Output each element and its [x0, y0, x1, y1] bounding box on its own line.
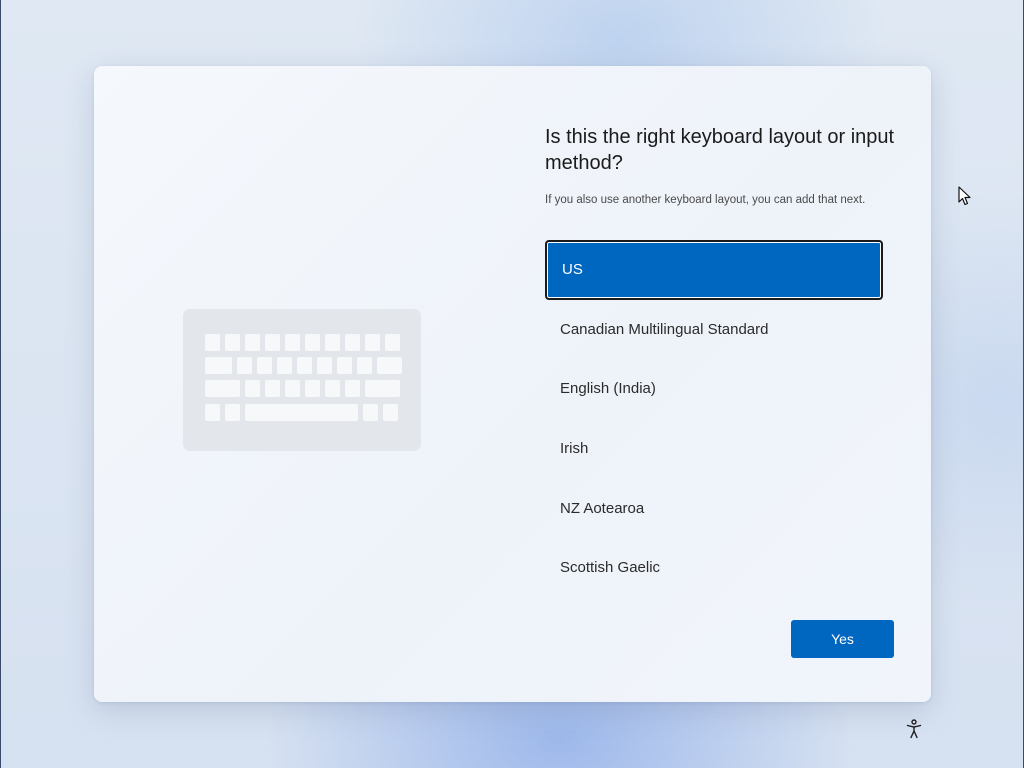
layout-option-us[interactable]: US: [545, 240, 883, 300]
keyboard-key: [377, 357, 402, 374]
keyboard-key: [385, 334, 400, 351]
mouse-pointer-icon: [958, 186, 971, 206]
layout-option-english-india[interactable]: English (India): [545, 359, 883, 419]
keyboard-key: [325, 380, 340, 397]
page-subtitle: If you also use another keyboard layout,…: [545, 194, 866, 206]
keyboard-key: [225, 404, 240, 421]
layout-option-canadian-multilingual-standard[interactable]: Canadian Multilingual Standard: [545, 300, 883, 360]
keyboard-key: [345, 334, 360, 351]
keyboard-key-row: [205, 357, 402, 374]
keyboard-key: [205, 334, 220, 351]
layout-option-irish[interactable]: Irish: [545, 419, 883, 479]
keyboard-key: [325, 334, 340, 351]
keyboard-spacebar: [245, 404, 358, 421]
keyboard-key: [383, 404, 398, 421]
keyboard-key-row: [205, 334, 400, 351]
keyboard-key: [337, 357, 352, 374]
keyboard-key: [365, 334, 380, 351]
keyboard-key: [237, 357, 252, 374]
layout-option-scottish-gaelic[interactable]: Scottish Gaelic: [545, 538, 883, 598]
keyboard-key: [317, 357, 332, 374]
keyboard-key: [205, 404, 220, 421]
keyboard-icon: [183, 309, 421, 451]
keyboard-key: [285, 334, 300, 351]
accessibility-icon[interactable]: [905, 719, 923, 739]
keyboard-key: [363, 404, 378, 421]
setup-dialog: Is this the right keyboard layout or inp…: [94, 66, 931, 702]
keyboard-key: [285, 380, 300, 397]
keyboard-key: [365, 380, 400, 397]
keyboard-key: [245, 380, 260, 397]
keyboard-key: [305, 380, 320, 397]
keyboard-key: [297, 357, 312, 374]
keyboard-key: [225, 334, 240, 351]
keyboard-key-row: [205, 380, 400, 397]
keyboard-layout-list: US Canadian Multilingual Standard Englis…: [545, 240, 883, 598]
page-title: Is this the right keyboard layout or inp…: [545, 126, 895, 174]
keyboard-key: [265, 380, 280, 397]
yes-button[interactable]: Yes: [791, 620, 894, 658]
keyboard-key: [257, 357, 272, 374]
keyboard-key: [265, 334, 280, 351]
keyboard-key: [245, 334, 260, 351]
keyboard-key: [205, 380, 240, 397]
keyboard-key-row: [205, 404, 398, 421]
keyboard-key: [205, 357, 232, 374]
keyboard-key: [345, 380, 360, 397]
keyboard-key: [357, 357, 372, 374]
keyboard-key: [277, 357, 292, 374]
keyboard-key: [305, 334, 320, 351]
screen-edge-left: [0, 0, 1, 768]
layout-option-nz-aotearoa[interactable]: NZ Aotearoa: [545, 478, 883, 538]
